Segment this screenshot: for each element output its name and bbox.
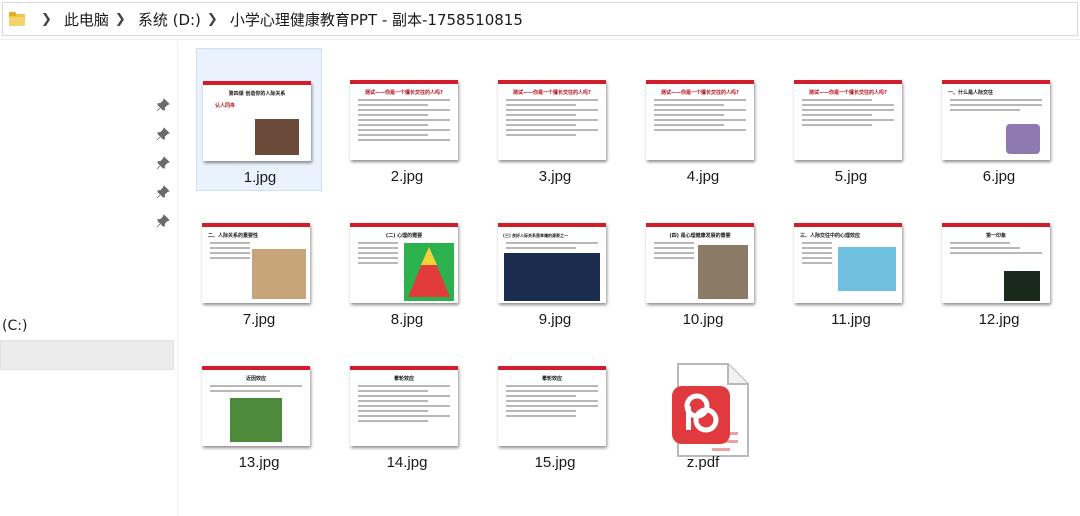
pin-icon[interactable] xyxy=(156,97,170,112)
slide-thumbnail: (二) 心理的需要 xyxy=(350,223,458,303)
slide-picture xyxy=(1006,124,1040,154)
file-name: 6.jpg xyxy=(982,168,1016,185)
file-name: z.pdf xyxy=(686,454,720,471)
file-item-10[interactable]: (四) 是心理健康发展的需要 10.jpg xyxy=(640,191,766,334)
slide-title: 测试——你是一个擅长交往的人吗? xyxy=(661,90,739,96)
file-item-8[interactable]: (二) 心理的需要 8.jpg xyxy=(344,191,470,334)
slide-picture xyxy=(504,253,600,301)
file-item-1[interactable]: 第四课 创造你的人际关系 认人同舟 1.jpg xyxy=(196,48,322,191)
file-name: 9.jpg xyxy=(538,311,572,328)
slide-thumbnail: 晕轮效应 xyxy=(350,366,458,446)
slide-title: 晕轮效应 xyxy=(393,376,414,382)
file-item-13[interactable]: 近因效应 13.jpg xyxy=(196,334,322,477)
file-name: 4.jpg xyxy=(686,168,720,185)
file-item-3[interactable]: 测试——你是一个擅长交往的人吗? 3.jpg xyxy=(492,48,618,191)
slide-picture xyxy=(255,119,299,155)
file-name: 5.jpg xyxy=(834,168,868,185)
file-name: 10.jpg xyxy=(682,311,724,328)
slide-title: 测试——你是一个擅长交往的人吗? xyxy=(365,90,443,96)
pin-icon[interactable] xyxy=(156,213,170,228)
slide-title: 晕轮效应 xyxy=(541,376,562,382)
pdf-file-icon xyxy=(672,363,749,457)
slide-title: 测试——你是一个擅长交往的人吗? xyxy=(513,90,591,96)
file-item-11[interactable]: 三、人际交往中的心理效应 11.jpg xyxy=(788,191,914,334)
slide-thumbnail: 第一印象 xyxy=(942,223,1050,303)
slide-thumbnail: (三) 良好人际关系是幸福的源泉之一 xyxy=(498,223,606,303)
file-item-pdf[interactable]: z.pdf xyxy=(640,334,766,477)
address-bar[interactable]: ❯ 此电脑 ❯ 系统 (D:) ❯ 小学心理健康教育PPT - 副本-17585… xyxy=(2,2,1078,36)
slide-title: 二、人际关系的重要性 xyxy=(208,233,259,239)
chevron-right-icon[interactable]: ❯ xyxy=(207,12,218,27)
file-item-9[interactable]: (三) 良好人际关系是幸福的源泉之一 9.jpg xyxy=(492,191,618,334)
slide-thumbnail: 二、人际关系的重要性 xyxy=(202,223,310,303)
breadcrumb-current-folder[interactable]: 小学心理健康教育PPT - 副本-1758510815 xyxy=(230,9,523,30)
file-name: 1.jpg xyxy=(243,169,277,186)
chevron-right-icon[interactable]: ❯ xyxy=(41,12,52,27)
file-name: 11.jpg xyxy=(831,311,871,328)
slide-picture xyxy=(838,247,896,291)
slide-thumbnail: (四) 是心理健康发展的需要 xyxy=(646,223,754,303)
slide-thumbnail: 三、人际交往中的心理效应 xyxy=(794,223,902,303)
slide-title: 第一印象 xyxy=(985,233,1006,239)
file-name: 2.jpg xyxy=(390,168,424,185)
slide-picture xyxy=(1004,271,1040,301)
file-name: 13.jpg xyxy=(238,454,280,471)
navigation-pane: (C:) xyxy=(0,41,178,516)
slide-thumbnail: 测试——你是一个擅长交往的人吗? xyxy=(794,80,902,160)
file-name: 15.jpg xyxy=(534,454,576,471)
slide-title: 一、什么是人际交往 xyxy=(948,90,994,96)
breadcrumb-this-pc[interactable]: 此电脑 xyxy=(64,9,109,30)
pin-icon[interactable] xyxy=(156,155,170,170)
address-bar-container: ❯ 此电脑 ❯ 系统 (D:) ❯ 小学心理健康教育PPT - 副本-17585… xyxy=(0,0,1080,40)
slide-title: 第四课 创造你的人际关系 xyxy=(228,91,286,97)
slide-picture xyxy=(252,249,306,299)
file-item-14[interactable]: 晕轮效应 14.jpg xyxy=(344,334,470,477)
slide-thumbnail: 晕轮效应 xyxy=(498,366,606,446)
slide-thumbnail: 第四课 创造你的人际关系 认人同舟 xyxy=(203,81,311,161)
nav-item-selected[interactable] xyxy=(0,340,174,370)
slide-title: (二) 心理的需要 xyxy=(385,233,423,239)
slide-title: 测试——你是一个擅长交往的人吗? xyxy=(809,90,887,96)
pin-icon[interactable] xyxy=(156,184,170,199)
file-item-4[interactable]: 测试——你是一个擅长交往的人吗? 4.jpg xyxy=(640,48,766,191)
slide-title: 近因效应 xyxy=(245,376,266,382)
file-item-6[interactable]: 一、什么是人际交往 6.jpg xyxy=(936,48,1062,191)
nav-item-drive-c[interactable]: (C:) xyxy=(2,318,27,334)
file-item-5[interactable]: 测试——你是一个擅长交往的人吗? 5.jpg xyxy=(788,48,914,191)
slide-title: (四) 是心理健康发展的需要 xyxy=(669,233,731,239)
file-list: 第四课 创造你的人际关系 认人同舟 1.jpg 测试——你是一个擅长交往的人吗?… xyxy=(179,41,1080,516)
file-name: 3.jpg xyxy=(538,168,572,185)
slide-thumbnail: 测试——你是一个擅长交往的人吗? xyxy=(498,80,606,160)
folder-icon xyxy=(9,12,25,26)
file-name: 7.jpg xyxy=(242,311,276,328)
slide-title: 三、人际交往中的心理效应 xyxy=(800,233,861,239)
file-name: 12.jpg xyxy=(978,311,1020,328)
slide-thumbnail: 一、什么是人际交往 xyxy=(942,80,1050,160)
file-item-12[interactable]: 第一印象 12.jpg xyxy=(936,191,1062,334)
slide-thumbnail: 近因效应 xyxy=(202,366,310,446)
chevron-right-icon[interactable]: ❯ xyxy=(115,12,126,27)
slide-title: (三) 良好人际关系是幸福的源泉之一 xyxy=(503,233,569,238)
breadcrumb-drive-d[interactable]: 系统 (D:) xyxy=(138,9,201,30)
pyramid-picture xyxy=(404,243,454,301)
file-name: 14.jpg xyxy=(386,454,428,471)
slide-thumbnail: 测试——你是一个擅长交往的人吗? xyxy=(646,80,754,160)
slide-picture xyxy=(230,398,282,442)
slide-picture xyxy=(698,245,748,299)
file-item-15[interactable]: 晕轮效应 15.jpg xyxy=(492,334,618,477)
file-item-2[interactable]: 测试——你是一个擅长交往的人吗? 2.jpg xyxy=(344,48,470,191)
file-item-7[interactable]: 二、人际关系的重要性 7.jpg xyxy=(196,191,322,334)
pin-icon[interactable] xyxy=(156,126,170,141)
file-name: 8.jpg xyxy=(390,311,424,328)
slide-thumbnail: 测试——你是一个擅长交往的人吗? xyxy=(350,80,458,160)
